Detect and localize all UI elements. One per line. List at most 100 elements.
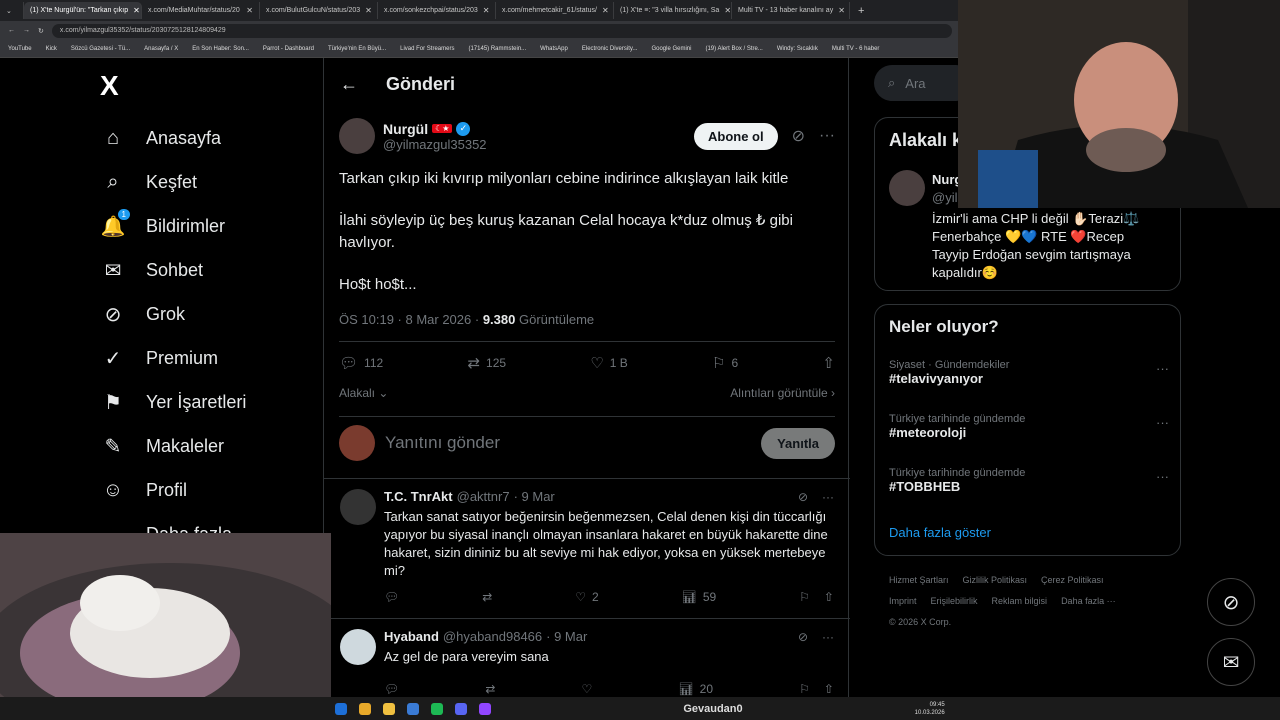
reload-icon[interactable]: ↻ [38,27,44,35]
close-icon[interactable]: ✕ [838,6,845,15]
heart-icon[interactable]: ♡ [582,682,593,696]
reply-handle[interactable]: @akttnr7 [457,489,510,504]
clock[interactable]: 09:45 10.03.2026 [915,701,945,717]
trend-item[interactable]: Siyaset · Gündemdekiler #telavivyanıyor … [889,359,1169,386]
more-options-icon[interactable]: ··· [1156,361,1169,376]
browser-tab[interactable]: (1) X'te Nurgül'ün: "Tarkan çıkıp ✕ [24,2,142,19]
x-logo[interactable]: X [100,70,325,102]
retweet-button[interactable]: ⇄ 125 [467,354,506,372]
url-field[interactable]: x.com/yilmazgul35352/status/203072512812… [51,23,952,38]
app-icon[interactable] [407,702,420,715]
close-icon[interactable]: ✕ [602,6,609,15]
back-icon[interactable]: ← [8,27,15,34]
views-button[interactable]: 📊︎ 59 [682,590,717,604]
close-icon[interactable]: ✕ [246,6,253,15]
avatar[interactable] [340,629,376,665]
footer-link[interactable]: Erişilebilirlik [931,596,978,606]
author-handle[interactable]: @yilmazgul35352 [383,137,487,152]
reply-button[interactable]: 💬︎ 112 [339,354,383,372]
browser-tab[interactable]: x.com/MediaMuhtar/status/20 ✕ [142,2,260,19]
tweet-timestamp[interactable]: ÖS 10:19 · 8 Mar 2026 · [339,312,479,327]
bookmark-button[interactable]: ⚐ 6 [712,354,738,372]
nav-item-8[interactable]: ☺ Profil [95,468,325,512]
reply-handle[interactable]: @hyaband98466 [443,629,542,644]
bookmark-item[interactable]: Sözcü Gazetesi - Tü... [71,46,130,52]
grok-icon[interactable]: ⊘ [798,630,808,644]
share-button[interactable]: ⇧ [822,354,835,372]
bookmark-item[interactable]: Windy: Sıcaklık [777,46,818,52]
bookmark-item[interactable]: En Son Haber: Son... [192,46,249,52]
grok-fab-icon[interactable]: ⊘ [1207,578,1255,626]
related-handle[interactable]: @yil [932,190,957,205]
more-options-icon[interactable]: ··· [819,127,835,145]
bookmark-item[interactable]: Google Gemini [651,46,691,52]
reply-author[interactable]: T.C. TnrAkt [384,489,453,504]
nav-item-4[interactable]: ⊘ Grok [95,292,325,336]
close-icon[interactable]: ✕ [724,6,731,15]
nav-item-6[interactable]: ⚑ Yer İşaretleri [95,380,325,424]
avatar[interactable] [889,170,925,206]
reply-submit-button[interactable]: Yanıtla [761,427,835,459]
browser-tab[interactable]: x.com/mehmetcakir_61/status/ ✕ [496,2,614,19]
bookmark-item[interactable]: WhatsApp [540,46,568,52]
reply-icon[interactable]: 💬︎ [384,682,399,696]
new-tab-button[interactable]: + [850,5,872,17]
browser-tab[interactable]: Multi TV - 13 haber kanalını ay ✕ [732,2,850,19]
app-icon[interactable] [479,702,492,715]
view-quotes-link[interactable]: Alıntıları görüntüle › [730,386,835,400]
more-options-icon[interactable]: ··· [822,490,834,504]
footer-link[interactable]: Imprint [889,596,917,606]
reply-item[interactable]: T.C. TnrAkt @akttnr7 · 9 Mar ⊘ ··· Tarka… [324,478,850,618]
nav-item-5[interactable]: ✓ Premium [95,336,325,380]
like-button[interactable]: ♡ 2 [575,590,598,604]
sort-dropdown[interactable]: Alakalı ⌄ [339,386,388,400]
browser-tab[interactable]: x.com/sonkezchpai/status/203 ✕ [378,2,496,19]
grok-icon[interactable]: ⊘ [798,490,808,504]
retweet-icon[interactable]: ⇄ [485,682,495,696]
discord-icon[interactable] [455,702,468,715]
views-button[interactable]: 📊︎ 20 [678,682,713,696]
footer-link[interactable]: Daha fazla ··· [1061,596,1116,606]
back-arrow-icon[interactable]: ← [340,74,358,95]
bookmark-item[interactable]: Parrot - Dashboard [263,46,314,52]
footer-link[interactable]: Reklam bilgisi [992,596,1048,606]
bookmark-item[interactable]: Electronic Diversity... [582,46,638,52]
author-name[interactable]: Nurgül [383,121,428,137]
more-options-icon[interactable]: ··· [1156,415,1169,430]
bookmark-icon[interactable]: ⚐ [799,682,810,696]
nav-item-0[interactable]: ⌂ Anasayfa [95,116,325,160]
trend-item[interactable]: Türkiye tarihinde gündemde #TOBBHEB ··· [889,467,1169,494]
nav-item-1[interactable]: ⌕ Keşfet [95,160,325,204]
nav-item-7[interactable]: ✎ Makaleler [95,424,325,468]
more-options-icon[interactable]: ··· [822,630,834,644]
retweet-icon[interactable]: ⇄ [482,590,492,604]
share-icon[interactable]: ⇧ [824,682,834,696]
close-icon[interactable]: ✕ [365,6,372,15]
close-icon[interactable]: ✕ [133,6,140,15]
nav-item-3[interactable]: ✉ Sohbet [95,248,325,292]
share-icon[interactable]: ⇧ [824,590,834,604]
footer-link[interactable]: Gizlilik Politikası [963,575,1028,585]
bookmark-item[interactable]: Livad For Streamers [400,46,454,52]
bookmark-item[interactable]: YouTube [8,46,32,52]
bookmark-icon[interactable]: ⚐ [799,590,810,604]
grok-icon[interactable]: ⊘ [792,126,805,146]
like-button[interactable]: ♡ 1 B [590,354,627,372]
follow-button[interactable]: Abone ol [694,122,778,150]
avatar[interactable] [339,118,375,154]
messages-fab-icon[interactable]: ✉ [1207,638,1255,686]
footer-link[interactable]: Hizmet Şartları [889,575,949,585]
footer-link[interactable]: Çerez Politikası [1041,575,1104,585]
tab-menu-icon[interactable]: ⌄ [0,2,24,19]
show-more-link[interactable]: Daha fazla göster [889,525,991,540]
bookmark-item[interactable]: (19) Alert Box / Stre... [705,46,762,52]
spotify-icon[interactable] [431,702,444,715]
forward-icon[interactable]: → [23,27,30,34]
reply-icon[interactable]: 💬︎ [384,590,399,604]
browser-tab[interactable]: x.com/BulutGulcuN/status/203 ✕ [260,2,378,19]
reply-input[interactable]: Yanıtını gönder [385,433,751,453]
close-icon[interactable]: ✕ [483,6,490,15]
browser-tab[interactable]: (1) X'te ≡: "3 villa hırsızlığını, Sa ✕ [614,2,732,19]
avatar[interactable] [340,489,376,525]
nav-item-2[interactable]: 🔔 1 Bildirimler [95,204,325,248]
